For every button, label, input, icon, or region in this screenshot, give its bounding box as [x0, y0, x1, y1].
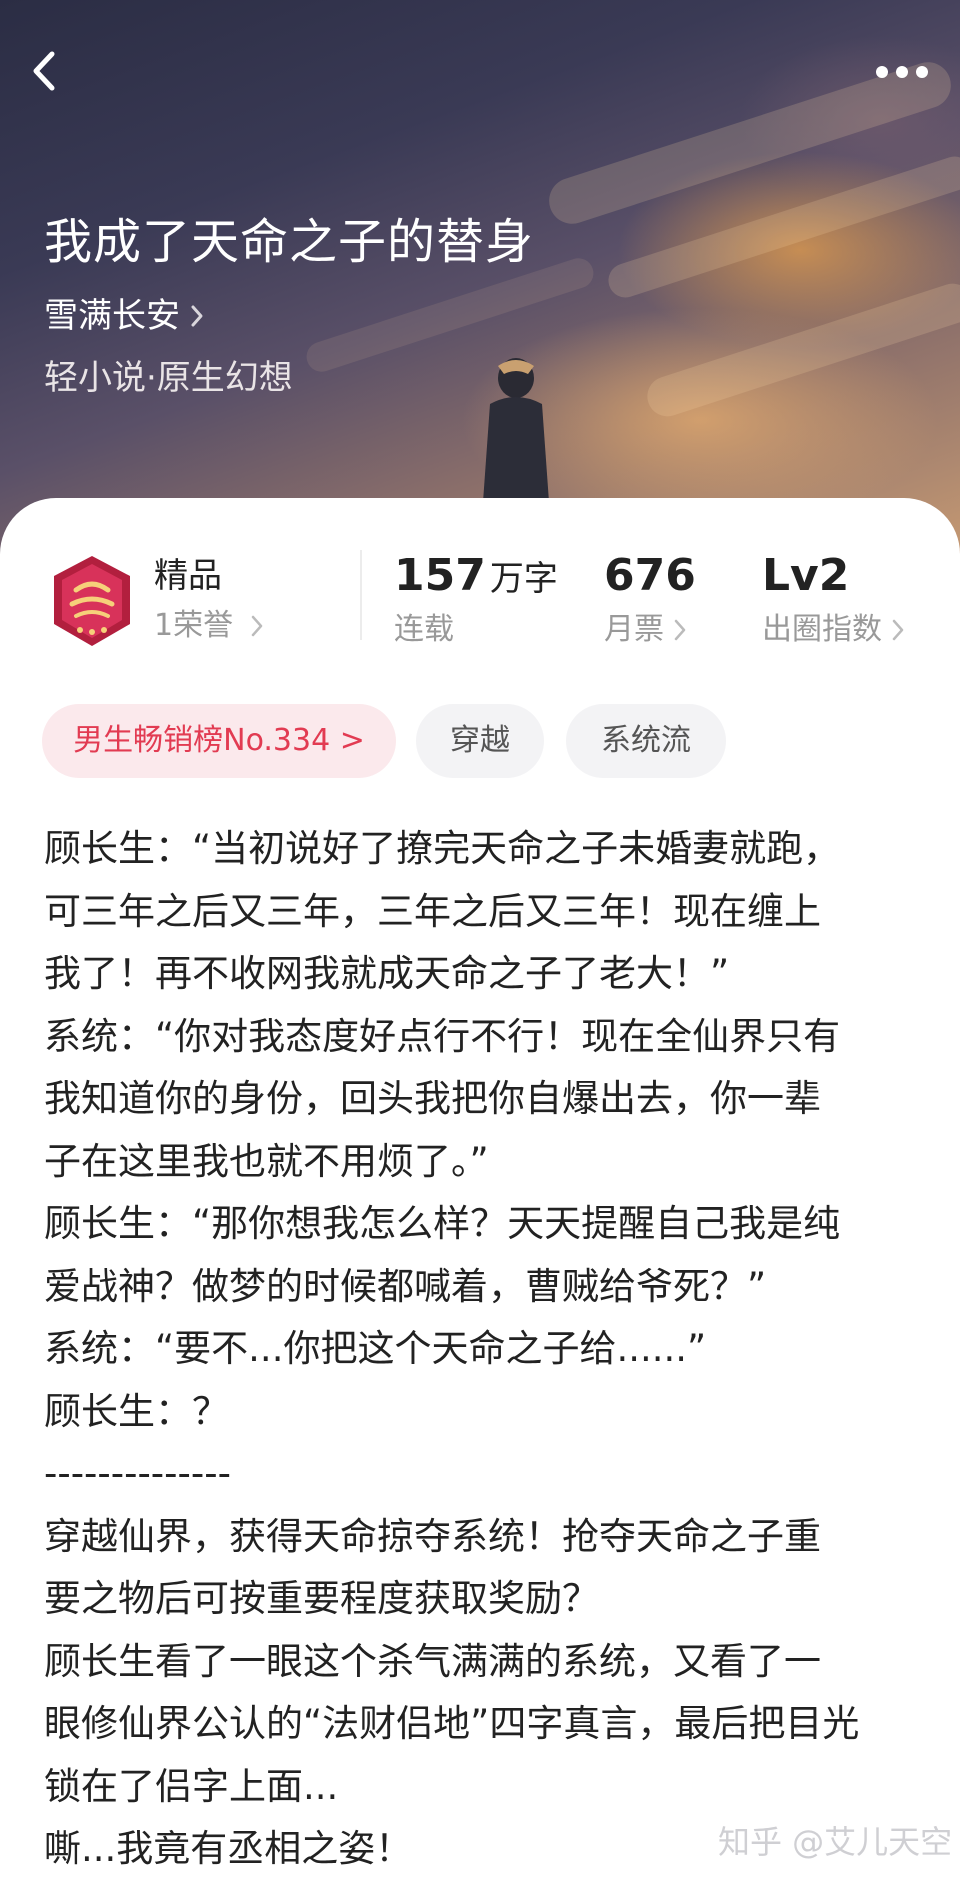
author-link[interactable]: 雪满长安 — [44, 294, 204, 338]
synopsis-line: 我知道你的身份，回头我把你自爆出去，你一辈 — [44, 1077, 821, 1120]
synopsis-line: 子在这里我也就不用烦了。” — [44, 1139, 489, 1183]
chevron-right-icon — [251, 615, 263, 637]
more-options-button[interactable] — [866, 52, 938, 92]
honor-count: 1荣誉 — [154, 608, 234, 643]
tag-system-flow[interactable]: 系统流 — [566, 704, 726, 778]
premium-badge-icon — [54, 556, 130, 646]
ranking-tag[interactable]: 男生畅销榜No.334 > — [42, 704, 396, 778]
book-synopsis: 顾长生：“当初说好了撩完天命之子未婚妻就跑， 可三年之后又三年，三年之后又三年！… — [44, 818, 924, 1881]
breakout-index-label: 出圈指数 — [762, 612, 882, 647]
synopsis-line: 我了！再不收网我就成天命之子了老大！” — [44, 952, 730, 995]
honor-title: 精品 — [154, 556, 222, 596]
back-button[interactable] — [22, 46, 72, 96]
synopsis-line: 系统：“要不...你把这个天命之子给......” — [44, 1327, 707, 1370]
synopsis-line: 要之物后可按重要程度获取奖励？ — [44, 1577, 599, 1620]
synopsis-divider: -------------- — [44, 1452, 231, 1495]
synopsis-line: 爱战神？做梦的时候都喊着，曹贼给爷死？” — [44, 1264, 767, 1308]
word-count-value: 157 万字 — [394, 548, 558, 607]
synopsis-line: 顾长生：“那你想我怎么样？天天提醒自己我是纯 — [44, 1202, 841, 1245]
more-dots-icon — [876, 66, 928, 78]
serial-status-label: 连载 — [394, 610, 454, 650]
monthly-ticket-value: 676 — [604, 550, 696, 601]
breakout-index-value: Lv2 — [762, 550, 850, 601]
serial-status-text: 连载 — [394, 612, 454, 647]
silhouette-figure-icon — [482, 358, 550, 516]
synopsis-line: 眼修仙界公认的“法财侣地”四字真言，最后把目光 — [44, 1702, 860, 1745]
source-watermark: 知乎 @艾儿天空 — [718, 1823, 953, 1861]
synopsis-line: 穿越仙界，获得天命掠夺系统！抢夺天命之子重 — [44, 1514, 821, 1558]
cover-banner — [0, 0, 960, 560]
breakout-index-link[interactable]: 出圈指数 — [762, 610, 904, 650]
synopsis-line: 顾长生看了一眼这个杀气满满的系统，又看了一 — [44, 1639, 821, 1683]
synopsis-line: 系统：“你对我态度好点行不行！现在全仙界只有 — [44, 1014, 841, 1058]
monthly-ticket-label: 月票 — [604, 612, 664, 647]
honor-link[interactable]: 1荣誉 — [154, 606, 263, 646]
chevron-right-icon — [674, 619, 686, 641]
synopsis-line: 顾长生：“当初说好了撩完天命之子未婚妻就跑， — [44, 827, 841, 870]
back-chevron-icon — [33, 51, 55, 91]
synopsis-line: 顾长生：？ — [44, 1389, 229, 1433]
chevron-right-icon — [191, 305, 203, 327]
synopsis-line: 锁在了侣字上面... — [44, 1764, 339, 1808]
synopsis-line: 可三年之后又三年，三年之后又三年！现在缠上 — [44, 889, 821, 933]
cloud-streak — [642, 278, 960, 422]
chevron-right-icon — [892, 619, 904, 641]
book-genre: 轻小说·原生幻想 — [44, 358, 293, 398]
stat-divider — [360, 550, 362, 640]
tag-time-travel[interactable]: 穿越 — [416, 704, 544, 778]
word-count-unit: 万字 — [489, 559, 558, 599]
book-title: 我成了天命之子的替身 — [44, 214, 535, 270]
monthly-ticket-link[interactable]: 月票 — [604, 610, 686, 650]
author-name: 雪满长安 — [44, 296, 180, 336]
word-count-number: 157 — [394, 550, 486, 601]
